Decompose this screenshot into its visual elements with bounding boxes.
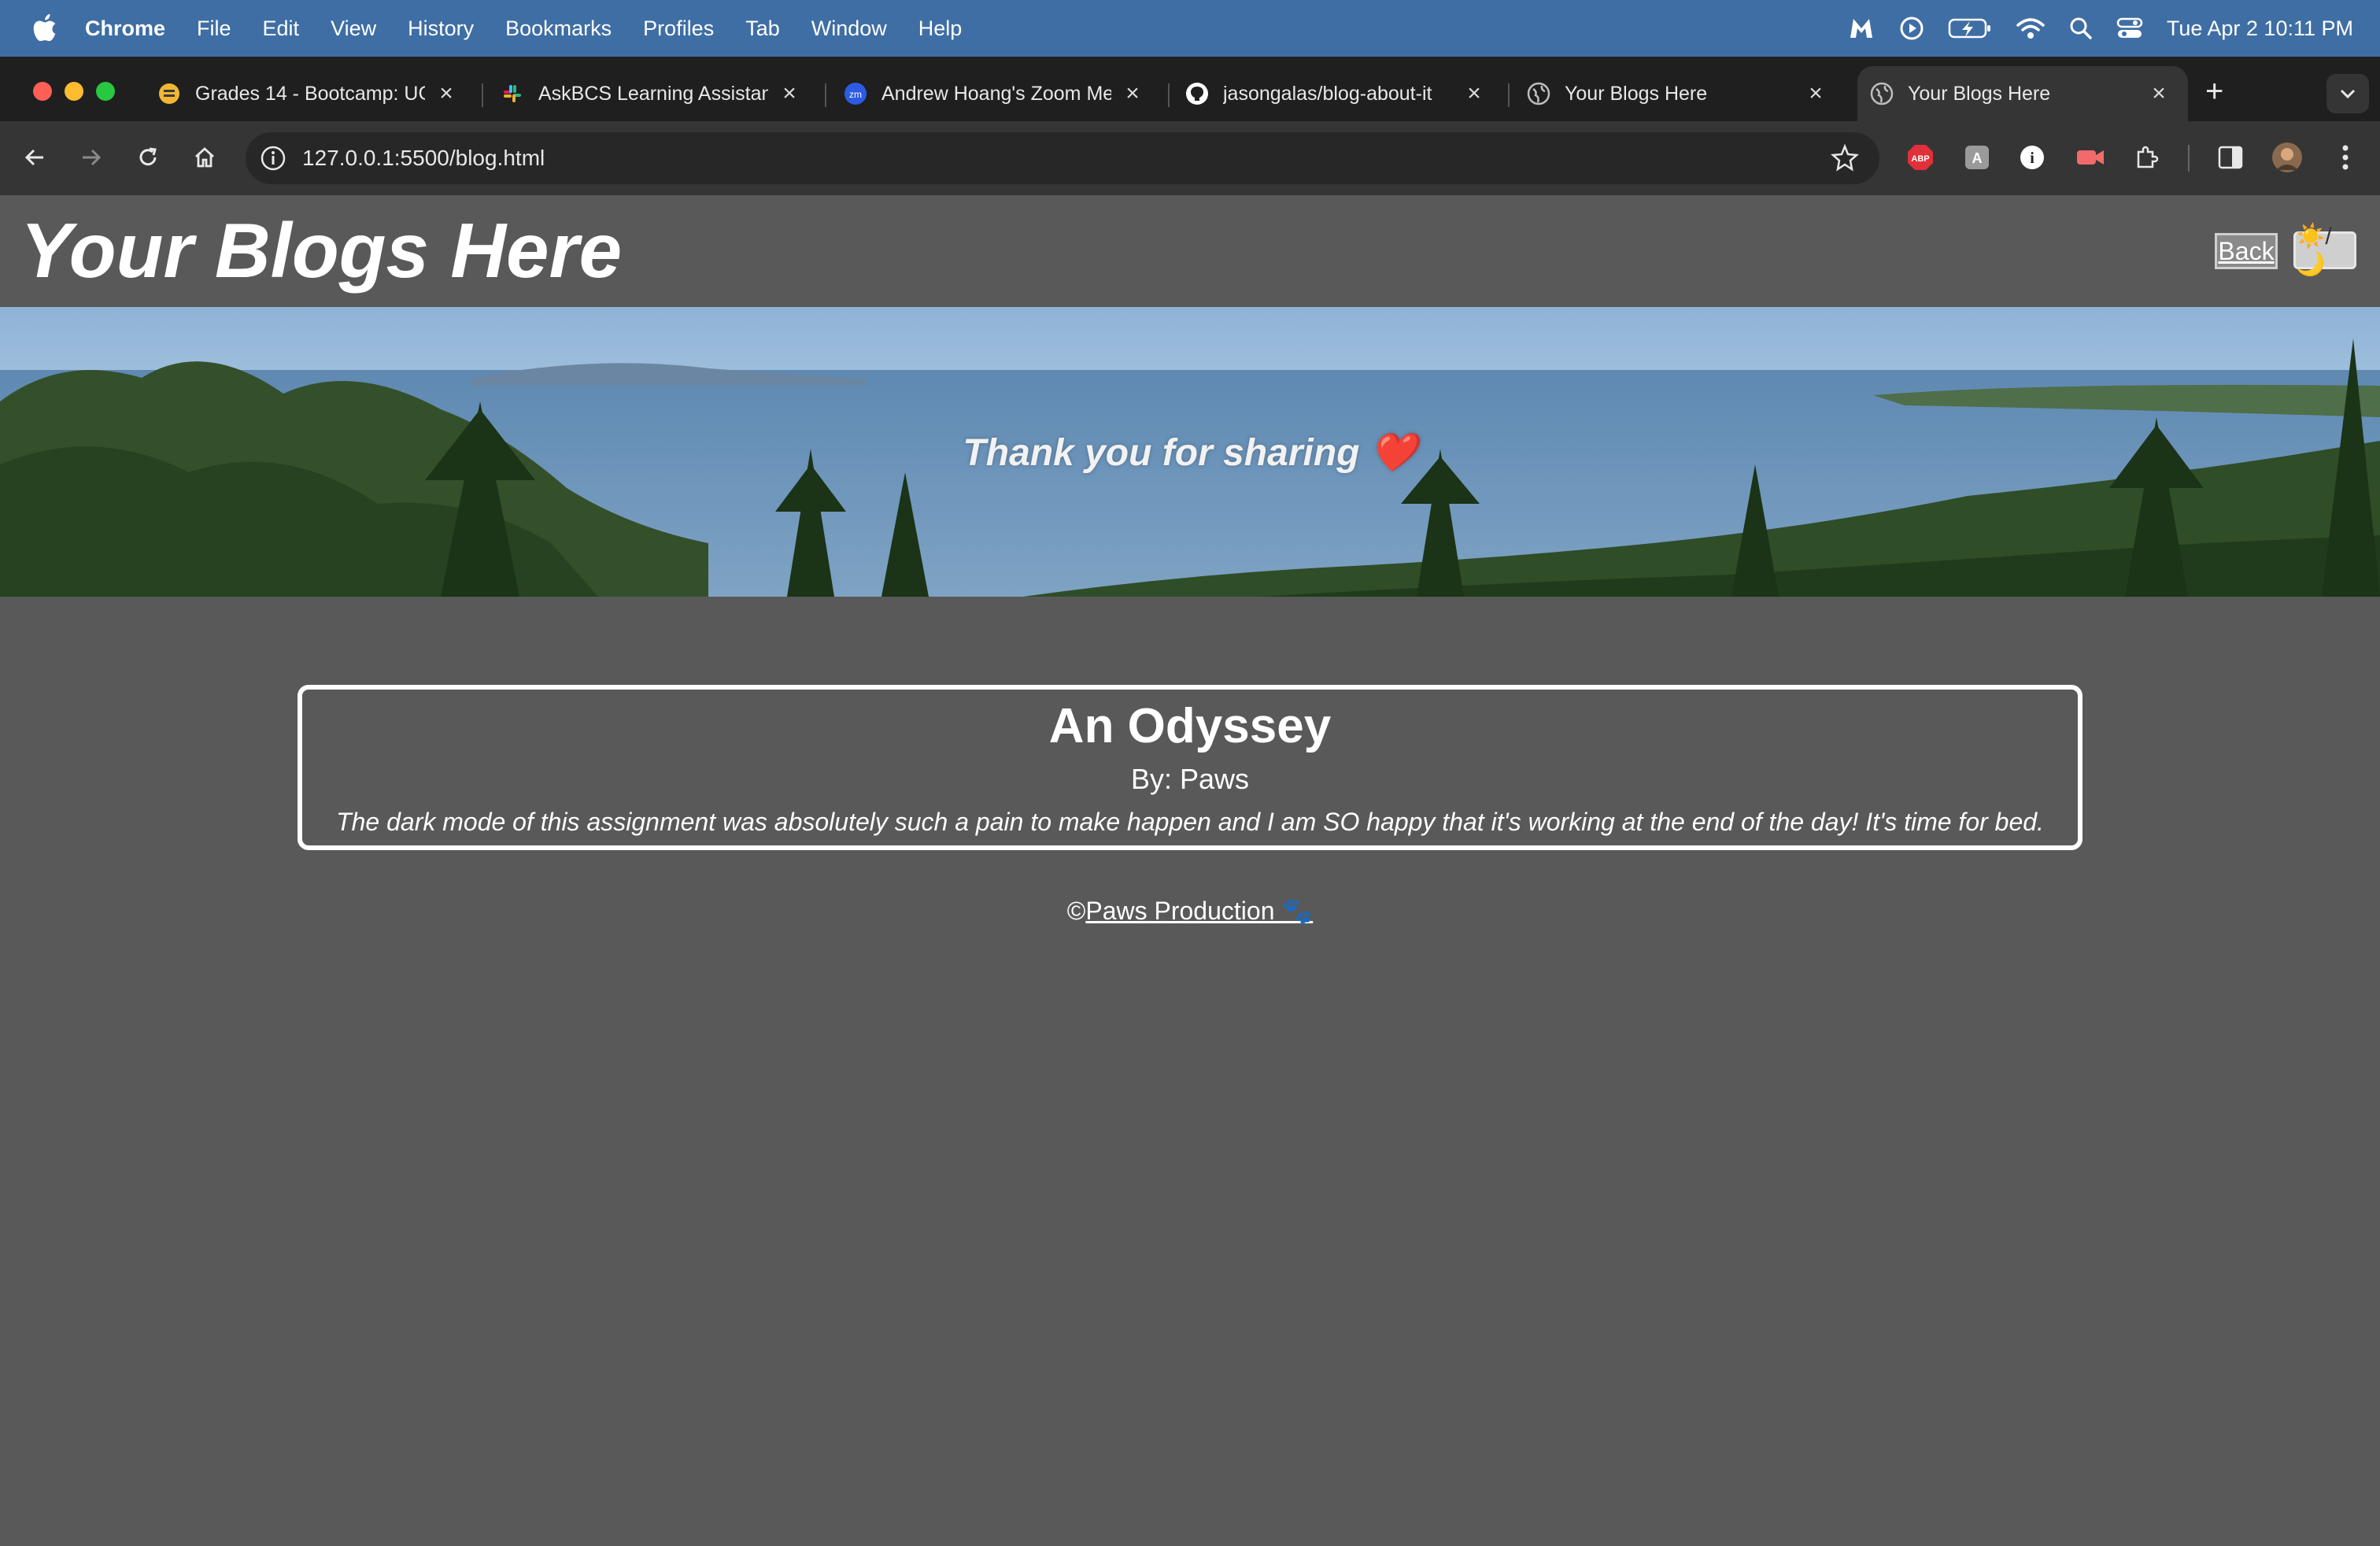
wifi-icon[interactable] (2016, 17, 2046, 40)
svg-text:ABP: ABP (1911, 154, 1929, 164)
zoom-window-button[interactable] (96, 82, 115, 101)
zoom-icon: zm (844, 83, 867, 105)
gradebook-icon (159, 83, 179, 104)
page-title: Your Blogs Here (20, 207, 623, 294)
globe-icon (1527, 82, 1550, 105)
post-author: By: Paws (1130, 763, 1250, 795)
close-tab-icon[interactable]: × (1462, 80, 1486, 107)
play-circle-icon[interactable] (1899, 16, 1924, 41)
url-text[interactable]: 127.0.0.1:5500/blog.html (302, 146, 545, 171)
profile-avatar-icon[interactable] (2271, 142, 2303, 173)
abp-icon[interactable]: ABP (1905, 142, 1936, 173)
tab-zoom[interactable]: zm Andrew Hoang's Zoom Meeting × (844, 66, 1182, 121)
menu-tab[interactable]: Tab (745, 17, 780, 41)
page-footer: ©Paws Production 🐾 (0, 896, 2380, 926)
browser-window: Grades 14 - Bootcamp: UC × AskBCS Learni… (0, 57, 2380, 1546)
post-content: The dark mode of this assignment was abs… (336, 808, 2044, 836)
menu-view[interactable]: View (331, 17, 376, 41)
apple-icon[interactable] (31, 13, 58, 43)
malwarebytes-icon[interactable] (1847, 16, 1876, 41)
menu-bookmarks[interactable]: Bookmarks (505, 17, 612, 41)
tab-title: Grades 14 - Bootcamp: UC (195, 82, 425, 105)
back-nav-button[interactable] (16, 139, 54, 176)
slack-icon (504, 85, 521, 102)
bookmark-star-icon[interactable] (1831, 144, 1859, 172)
tab-askbcs[interactable]: AskBCS Learning Assistant × (501, 66, 839, 121)
tab-title: AskBCS Learning Assistant (538, 82, 768, 105)
footer-link[interactable]: Paws Production 🐾 (1085, 897, 1313, 925)
close-tab-icon[interactable]: × (434, 80, 458, 107)
hero-banner: Thank you for sharing ❤️ (0, 307, 2380, 597)
home-icon (195, 147, 214, 168)
minimize-window-button[interactable] (65, 82, 83, 101)
globe-icon (1870, 82, 1894, 105)
record-icon[interactable] (2075, 142, 2106, 173)
tab-github[interactable]: jasongalas/blog-about-it × (1185, 66, 1524, 121)
svg-text:i: i (2030, 150, 2034, 167)
svg-text:A: A (1972, 150, 1983, 166)
tab-grades[interactable]: Grades 14 - Bootcamp: UC × (157, 66, 496, 121)
arrow-right-icon (83, 149, 102, 166)
tab-search-button[interactable] (2326, 74, 2369, 113)
close-window-button[interactable] (33, 82, 52, 101)
svg-text:zm: zm (849, 89, 862, 100)
menu-help[interactable]: Help (918, 17, 963, 41)
menu-profiles[interactable]: Profiles (643, 17, 714, 41)
macos-menubar: Chrome File Edit View History Bookmarks … (0, 0, 2380, 57)
close-tab-icon[interactable]: × (1121, 80, 1144, 107)
home-button[interactable] (186, 139, 224, 176)
reload-icon (139, 147, 157, 166)
copyright-symbol: © (1066, 897, 1086, 925)
new-tab-button[interactable]: + (2205, 74, 2223, 109)
dark-mode-toggle[interactable]: ☀️/🌙 (2293, 224, 2356, 277)
tab-title: Andrew Hoang's Zoom Meeting (881, 82, 1111, 105)
tab-title: jasongalas/blog-about-it (1223, 82, 1432, 105)
chevron-down-icon (2340, 89, 2356, 99)
info-circle-icon[interactable]: i (2016, 142, 2048, 173)
browser-toolbar: 127.0.0.1:5500/blog.html ABP A i (0, 121, 2380, 195)
menubar-clock[interactable]: Tue Apr 2 10:11 PM (2167, 17, 2353, 41)
tab-strip: Grades 14 - Bootcamp: UC × AskBCS Learni… (0, 57, 2380, 121)
close-tab-icon[interactable]: × (1804, 80, 1828, 107)
close-tab-icon[interactable]: × (778, 80, 801, 107)
site-info-icon[interactable] (260, 145, 286, 172)
menu-app-name[interactable]: Chrome (85, 17, 165, 41)
sidepanel-icon[interactable] (2215, 142, 2246, 173)
puzzle-icon[interactable] (2131, 142, 2163, 173)
close-tab-icon[interactable]: × (2147, 80, 2171, 107)
tab-title: Your Blogs Here (1565, 82, 1708, 105)
hero-caption: Thank you for sharing ❤️ (963, 431, 1417, 474)
spotlight-search-icon[interactable] (2069, 17, 2093, 40)
site-header: Your Blogs Here Back ☀️/🌙 (0, 195, 2380, 307)
arrow-left-icon (24, 149, 43, 166)
forward-nav-button[interactable] (72, 139, 110, 176)
tab-title: Your Blogs Here (1908, 82, 2051, 105)
menu-window[interactable]: Window (811, 17, 887, 41)
more-icon[interactable] (2330, 142, 2361, 173)
page-viewport: Your Blogs Here Back ☀️/🌙 Thank you for … (0, 195, 2380, 1546)
control-center-icon[interactable] (2116, 17, 2143, 40)
blog-post-card: An Odyssey By: Paws The dark mode of thi… (298, 685, 2082, 850)
battery-charging-icon[interactable] (1948, 17, 1992, 40)
menu-history[interactable]: History (408, 17, 474, 41)
reload-button[interactable] (129, 139, 167, 176)
tab-your-blogs-1[interactable]: Your Blogs Here × (1527, 66, 1865, 121)
menu-file[interactable]: File (197, 17, 231, 41)
tab-your-blogs-active[interactable]: Your Blogs Here × (1857, 66, 2188, 121)
back-button[interactable]: Back (2215, 233, 2278, 269)
translate-icon[interactable]: A (1961, 142, 1993, 173)
address-bar[interactable]: 127.0.0.1:5500/blog.html (246, 132, 1879, 184)
menu-edit[interactable]: Edit (263, 17, 300, 41)
github-icon (1186, 83, 1208, 105)
post-title: An Odyssey (1048, 699, 1332, 753)
